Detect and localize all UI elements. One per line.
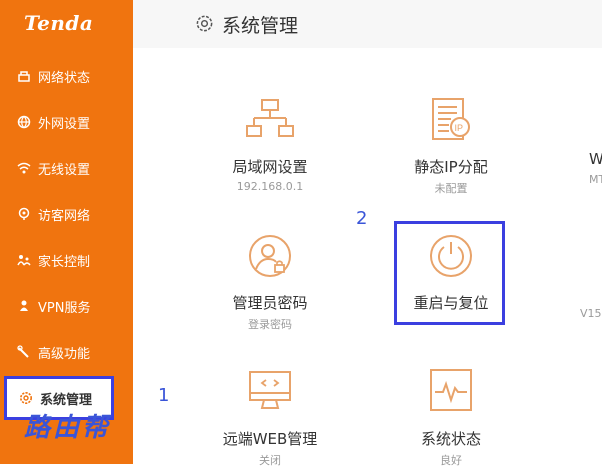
sidebar-item-vpn[interactable]: VPN服务 [0,286,133,326]
page-title: 系统管理 [222,15,299,37]
tile-label: 局域网设置 [232,158,308,176]
globe-icon [17,115,31,129]
sidebar-item-wan-settings[interactable]: 外网设置 [0,102,133,142]
sidebar-item-label: 外网设置 [38,116,91,132]
tile-system-status[interactable]: 系统状态 良好 [376,368,526,468]
tile-label: 远端WEB管理 [222,430,318,448]
sidebar-item-network-status[interactable]: 网络状态 [0,56,133,96]
tile-remote-web[interactable]: 远端WEB管理 关闭 [195,368,345,468]
tile-label: 静态IP分配 [414,158,488,176]
sidebar-item-label: 高级功能 [38,346,91,362]
guest-network-icon [17,207,31,221]
tile-sub: 未配置 [434,182,468,195]
tools-icon [17,345,31,359]
sidebar-item-label: 系统管理 [40,392,93,408]
page-header: 系统管理 [133,0,602,48]
partial-tile-sub: V15 [580,307,602,320]
tile-sub: 登录密码 [248,318,292,331]
tile-lan-settings[interactable]: 局域网设置 192.168.0.1 [195,96,345,193]
lan-icon [246,99,294,137]
partial-tile-label: W [589,150,602,168]
tile-sub: 关闭 [259,454,281,467]
gear-icon [196,15,213,32]
sidebar-item-guest-network[interactable]: 访客网络 [0,194,133,234]
sidebar-item-label: 访客网络 [38,208,91,224]
partial-tile-sub: MT [589,173,602,186]
sidebar-item-parental-control[interactable]: 家长控制 [0,240,133,280]
main-content: 局域网设置 192.168.0.1 IP 静态IP分配 未配置 管理员密码 登录… [133,48,602,467]
gear-icon [19,391,33,405]
sidebar-item-label: 无线设置 [38,162,91,178]
tile-sub: 192.168.0.1 [236,180,304,193]
tenda-logo: Tenda [24,11,94,35]
sidebar-item-advanced[interactable]: 高级功能 [0,332,133,372]
watermark-text: 路由帮 [24,413,112,443]
sidebar-item-label: 家长控制 [38,254,91,270]
system-status-icon [430,369,472,411]
admin-password-icon [249,235,291,277]
sidebar-item-label: 网络状态 [38,70,91,86]
parental-control-icon [17,253,31,267]
annotation-marker: 2 [356,208,368,229]
vpn-icon [17,299,31,313]
tile-admin-password[interactable]: 管理员密码 登录密码 [195,232,345,332]
remote-web-icon [249,371,291,409]
annotation-marker: 1 [158,385,170,406]
annotation-highlight-box [394,221,505,325]
tile-sub: 良好 [440,454,462,467]
sidebar: Tenda 网络状态 外网设置 无线设置 访客网络 家长控制 VPN服务 高级功… [0,0,133,464]
tile-label: 系统状态 [420,430,481,448]
tile-label: 管理员密码 [232,294,308,312]
sidebar-item-label: VPN服务 [38,300,91,316]
static-ip-icon: IP [432,98,470,140]
wifi-icon [17,161,31,175]
sidebar-item-wireless[interactable]: 无线设置 [0,148,133,188]
svg-text:IP: IP [455,123,464,133]
network-status-icon [17,69,31,83]
tile-static-ip[interactable]: IP 静态IP分配 未配置 [376,96,526,196]
